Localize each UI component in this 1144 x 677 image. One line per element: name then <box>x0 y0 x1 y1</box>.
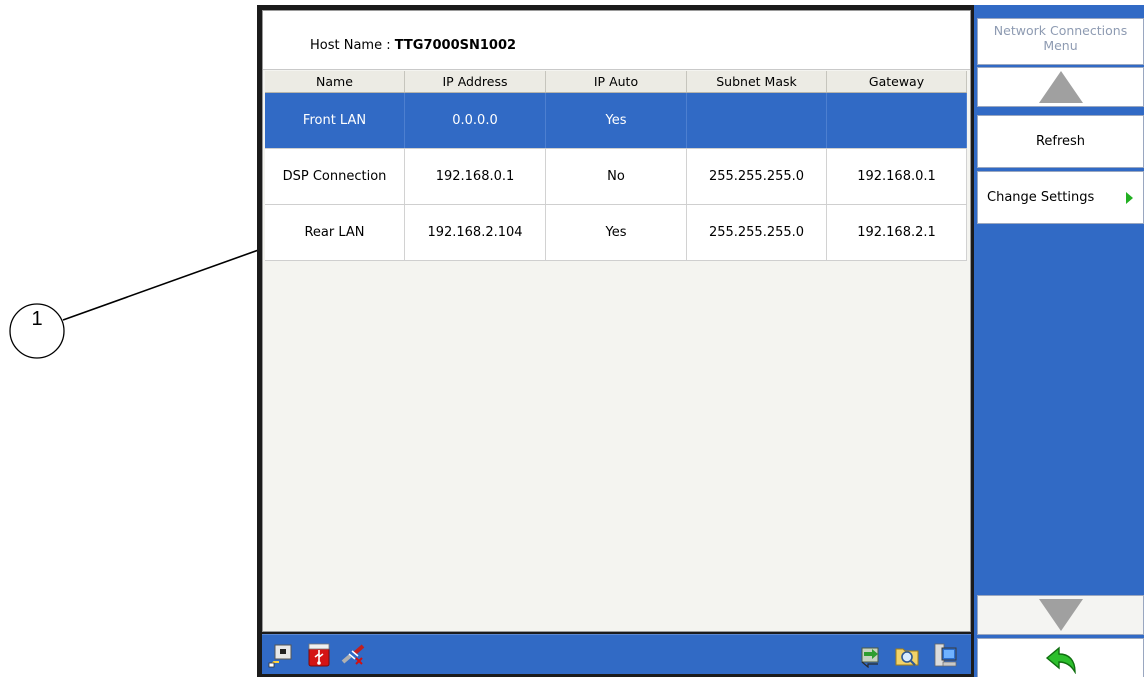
submenu-arrow-icon <box>1126 192 1133 204</box>
table-header: Name IP Address IP Auto Subnet Mask Gate… <box>265 71 967 93</box>
callout-number: 1 <box>31 308 43 330</box>
back-button[interactable] <box>977 638 1144 677</box>
column-header-ip-address[interactable]: IP Address <box>405 71 546 92</box>
host-name-value: TTG7000SN1002 <box>394 38 517 53</box>
change-settings-button[interactable]: Change Settings <box>977 171 1144 224</box>
disconnected-plug-icon[interactable] <box>340 642 366 668</box>
network-device-icon[interactable] <box>268 642 294 668</box>
change-settings-label: Change Settings <box>987 190 1095 205</box>
side-menu: Network Connections Menu Refresh Change … <box>974 5 1144 677</box>
scroll-up-icon <box>1038 71 1083 103</box>
cell-name: Rear LAN <box>265 205 405 260</box>
column-header-name[interactable]: Name <box>265 71 405 92</box>
cell-gateway: 192.168.2.1 <box>827 205 967 260</box>
folder-search-icon[interactable] <box>894 642 920 668</box>
scroll-down-button[interactable] <box>977 595 1144 635</box>
computer-icon[interactable] <box>932 642 958 668</box>
host-name-label: Host Name : <box>310 38 395 53</box>
scroll-up-button[interactable] <box>977 67 1144 107</box>
cell-ip-address: 192.168.2.104 <box>405 205 546 260</box>
cell-name: DSP Connection <box>265 149 405 204</box>
transfer-icon[interactable] <box>858 642 884 668</box>
cell-ip-auto: No <box>546 149 687 204</box>
cell-ip-address: 192.168.0.1 <box>405 149 546 204</box>
cell-subnet-mask: 255.255.255.0 <box>687 149 827 204</box>
cell-ip-auto: Yes <box>546 93 687 148</box>
column-header-gateway[interactable]: Gateway <box>827 71 967 92</box>
table-row-rear-lan[interactable]: Rear LAN 192.168.2.104 Yes 255.255.255.0… <box>265 205 967 261</box>
column-header-subnet-mask[interactable]: Subnet Mask <box>687 71 827 92</box>
cell-gateway: 192.168.0.1 <box>827 149 967 204</box>
refresh-button[interactable]: Refresh <box>977 115 1144 168</box>
cell-ip-address: 0.0.0.0 <box>405 93 546 148</box>
column-header-ip-auto[interactable]: IP Auto <box>546 71 687 92</box>
back-arrow-icon <box>1045 646 1076 674</box>
table-row-front-lan[interactable]: Front LAN 0.0.0.0 Yes <box>265 93 967 149</box>
cell-gateway <box>827 93 967 148</box>
menu-title: Network Connections Menu <box>977 18 1144 65</box>
cell-subnet-mask: 255.255.255.0 <box>687 205 827 260</box>
taskbar <box>262 634 971 674</box>
connections-table: Name IP Address IP Auto Subnet Mask Gate… <box>265 71 967 261</box>
cell-subnet-mask <box>687 93 827 148</box>
usb-icon[interactable] <box>306 642 332 668</box>
cell-name: Front LAN <box>265 93 405 148</box>
cell-ip-auto: Yes <box>546 205 687 260</box>
refresh-label: Refresh <box>1035 134 1086 149</box>
network-connections-panel: Host Name : TTG7000SN1002 Name IP Addres… <box>262 10 971 632</box>
host-name-row: Host Name : TTG7000SN1002 <box>263 11 970 70</box>
scroll-down-icon <box>1038 599 1083 631</box>
table-row-dsp-connection[interactable]: DSP Connection 192.168.0.1 No 255.255.25… <box>265 149 967 205</box>
